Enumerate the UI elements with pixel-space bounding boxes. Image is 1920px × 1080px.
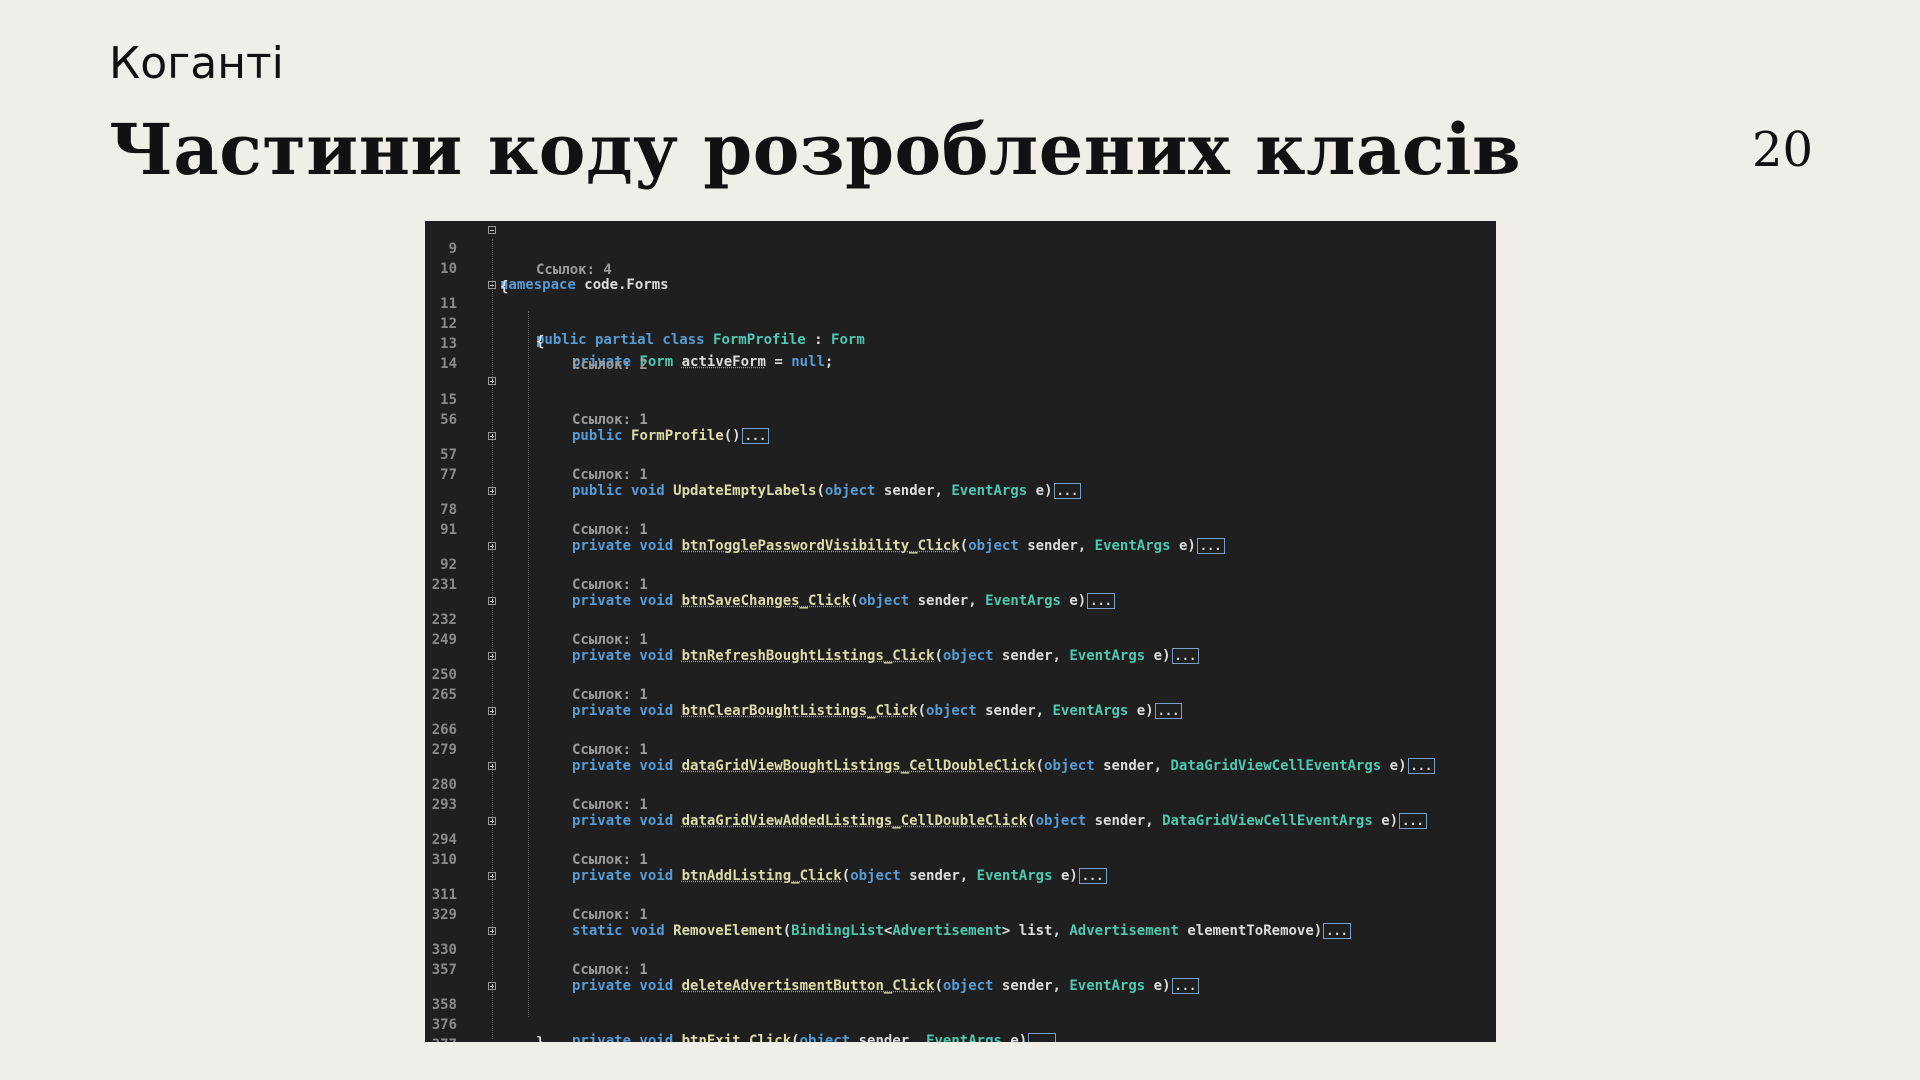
code-line: 358 private void btnExit_Click(object se…	[425, 978, 1496, 1042]
line-number: 10	[440, 261, 457, 277]
codelens-references[interactable]: Ссылок: 1	[572, 521, 1496, 539]
code-line: 15 public FormProfile()...	[425, 373, 1496, 444]
code-line: 293	[425, 778, 1496, 813]
expand-toggle[interactable]	[488, 432, 496, 440]
expand-toggle[interactable]	[488, 982, 496, 990]
expand-toggle[interactable]	[488, 762, 496, 770]
collapse-toggle[interactable]	[488, 226, 496, 234]
line-number: 329	[431, 907, 457, 923]
line-number: 279	[431, 742, 457, 758]
code-line: 329	[425, 888, 1496, 923]
code-line: 294 private void btnAddListing_Click(obj…	[425, 813, 1496, 884]
code-line: 91	[425, 503, 1496, 538]
code-line: 57 public void UpdateEmptyLabels(object …	[425, 428, 1496, 499]
code-line: 266 private void dataGridViewBoughtListi…	[425, 703, 1496, 774]
expand-toggle[interactable]	[488, 597, 496, 605]
expand-toggle[interactable]	[488, 652, 496, 660]
line-number: 91	[440, 522, 457, 538]
line-number: 14	[440, 356, 457, 372]
code-line: 78 private void btnTogglePasswordVisibil…	[425, 483, 1496, 554]
code-line: 14	[425, 337, 1496, 372]
codelens-references[interactable]: Ссылок: 1	[572, 961, 1496, 979]
codelens-references[interactable]: Ссылок: 1	[572, 851, 1496, 869]
code-line: 231	[425, 558, 1496, 593]
codelens-references[interactable]: Ссылок: 1	[572, 411, 1496, 429]
code-line: 280 private void dataGridViewAddedListin…	[425, 758, 1496, 829]
code-screenshot: 9 namespace code.Forms 10 { Ссылок: 4 11…	[425, 221, 1496, 1042]
codelens-references[interactable]: Ссылок: 1	[572, 631, 1496, 649]
codelens-references[interactable]: Ссылок: 1	[572, 906, 1496, 924]
collapse-toggle[interactable]	[488, 281, 496, 289]
codelens-references[interactable]: Ссылок: 1	[572, 796, 1496, 814]
code-line: 376 }	[425, 998, 1496, 1042]
slide-title: Частини коду розроблених класів	[109, 108, 1522, 191]
code-line: 9 namespace code.Forms	[425, 222, 1496, 293]
codelens-references[interactable]: Ссылок: 1	[572, 576, 1496, 594]
code-line: 77	[425, 448, 1496, 483]
line-number: 310	[431, 852, 457, 868]
slide-subtitle: Коганті	[109, 38, 284, 89]
code-line: 232 private void btnRefreshBoughtListing…	[425, 593, 1496, 664]
page-number: 20	[1752, 122, 1814, 178]
code-line: 357	[425, 943, 1496, 978]
expand-toggle[interactable]	[488, 707, 496, 715]
line-number: 56	[440, 412, 457, 428]
line-number: 77	[440, 467, 457, 483]
code-line: 10 {	[425, 242, 1496, 295]
expand-toggle[interactable]	[488, 927, 496, 935]
code-line: 249	[425, 613, 1496, 648]
codelens-references[interactable]: Ссылок: 1	[572, 466, 1496, 484]
codelens-references[interactable]: Ссылок: 1	[572, 686, 1496, 704]
code-line: 92 private void btnSaveChanges_Click(obj…	[425, 538, 1496, 609]
expand-toggle[interactable]	[488, 487, 496, 495]
code-line: 11 public partial class FormProfile : Fo…	[425, 277, 1496, 348]
code-line: 310	[425, 833, 1496, 868]
codelens-references[interactable]: Ссылок: 2	[572, 356, 1496, 374]
line-number: 231	[431, 577, 457, 593]
expand-toggle[interactable]	[488, 377, 496, 385]
codelens-references[interactable]: Ссылок: 1	[572, 741, 1496, 759]
expand-toggle[interactable]	[488, 872, 496, 880]
line-number: 293	[431, 797, 457, 813]
expand-toggle[interactable]	[488, 542, 496, 550]
code-line: 311 static void RemoveElement(BindingLis…	[425, 868, 1496, 939]
expand-toggle[interactable]	[488, 817, 496, 825]
code-line: 279	[425, 723, 1496, 758]
code-line: 13 private Form activeForm = null;	[425, 317, 1496, 370]
code-line: 377 }	[425, 1018, 1496, 1042]
code-line: 12 {	[425, 297, 1496, 350]
line-number: 265	[431, 687, 457, 703]
code-line: 265	[425, 668, 1496, 703]
code-line: 330 private void deleteAdvertismentButto…	[425, 923, 1496, 994]
code-line: 250 private void btnClearBoughtListings_…	[425, 648, 1496, 719]
line-number: 377	[425, 1036, 457, 1042]
indent-guide	[492, 239, 493, 1039]
line-number: 249	[431, 632, 457, 648]
code-line: 56	[425, 393, 1496, 428]
line-number: 357	[431, 962, 457, 978]
